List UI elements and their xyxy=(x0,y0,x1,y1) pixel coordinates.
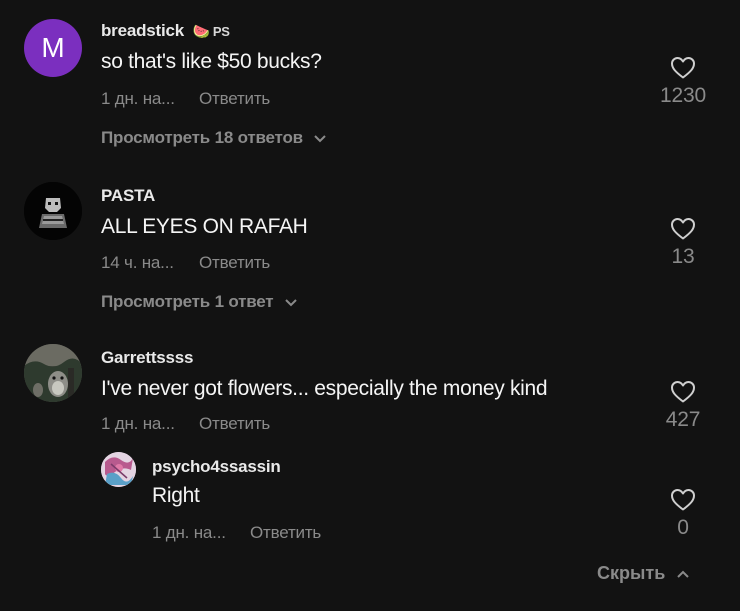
avatar[interactable] xyxy=(101,452,136,487)
reply-item: psycho4ssassin Right 1 дн. на... Ответит… xyxy=(0,448,740,548)
avatar[interactable] xyxy=(24,182,82,240)
comment-username[interactable]: breadstick 🍉 PS xyxy=(101,21,230,41)
heart-outline-icon[interactable] xyxy=(670,56,696,80)
comment-item: Garrettssss I've never got flowers... es… xyxy=(0,340,740,611)
heart-outline-icon[interactable] xyxy=(670,217,696,241)
comment-timestamp: 14 ч. на... xyxy=(101,253,174,272)
heart-outline-icon[interactable] xyxy=(670,380,696,404)
like-control: 427 xyxy=(643,380,723,432)
avatar-image xyxy=(24,182,82,240)
like-control: 0 xyxy=(643,488,723,540)
comment-username[interactable]: PASTA xyxy=(101,186,155,206)
comment-item: M breadstick 🍉 PS so that's like $50 buck… xyxy=(0,0,740,170)
avatar-image xyxy=(24,344,82,402)
reply-button[interactable]: Ответить xyxy=(199,414,270,434)
view-replies-label: Просмотреть 1 ответ xyxy=(101,292,274,311)
hide-replies-button[interactable]: Скрыть xyxy=(597,563,690,584)
reply-timestamp: 1 дн. на... xyxy=(152,523,226,542)
avatar-image xyxy=(101,452,136,487)
like-count: 13 xyxy=(671,245,695,268)
like-control: 1230 xyxy=(643,56,723,108)
chevron-down-icon xyxy=(285,298,297,306)
chevron-down-icon xyxy=(314,134,327,142)
username-text: breadstick xyxy=(101,21,185,40)
avatar-letter: M xyxy=(41,32,65,63)
hide-replies-label: Скрыть xyxy=(597,563,666,583)
comment-username[interactable]: Garrettssss xyxy=(101,348,194,368)
heart-outline-icon[interactable] xyxy=(670,488,696,512)
comment-text: ALL EYES ON RAFAH xyxy=(101,215,308,238)
reply-button[interactable]: Ответить xyxy=(199,89,270,109)
avatar[interactable] xyxy=(24,344,82,402)
reply-button[interactable]: Ответить xyxy=(199,253,270,273)
like-count: 0 xyxy=(677,516,689,539)
like-control: 13 xyxy=(643,217,723,269)
comment-text: so that's like $50 bucks? xyxy=(101,50,322,73)
reply-button[interactable]: Ответить xyxy=(250,523,321,543)
watermelon-badge-icon: 🍉 xyxy=(192,23,210,39)
comment-timestamp: 1 дн. на... xyxy=(101,89,175,108)
avatar[interactable]: M xyxy=(24,19,82,77)
view-replies-button[interactable]: Просмотреть 18 ответов xyxy=(101,128,327,148)
like-count: 1230 xyxy=(660,84,706,107)
view-replies-button[interactable]: Просмотреть 1 ответ xyxy=(101,292,298,312)
comment-text: I've never got flowers... especially the… xyxy=(101,377,548,400)
view-replies-label: Просмотреть 18 ответов xyxy=(101,128,303,147)
like-count: 427 xyxy=(665,408,701,431)
comment-timestamp: 1 дн. на... xyxy=(101,414,175,433)
reply-username[interactable]: psycho4ssassin xyxy=(152,457,281,477)
chevron-up-icon xyxy=(677,570,689,578)
reply-text: Right xyxy=(152,484,200,507)
badge-label: PS xyxy=(212,24,230,39)
comment-item: PASTA ALL EYES ON RAFAH 14 ч. на... Отве… xyxy=(0,175,740,335)
